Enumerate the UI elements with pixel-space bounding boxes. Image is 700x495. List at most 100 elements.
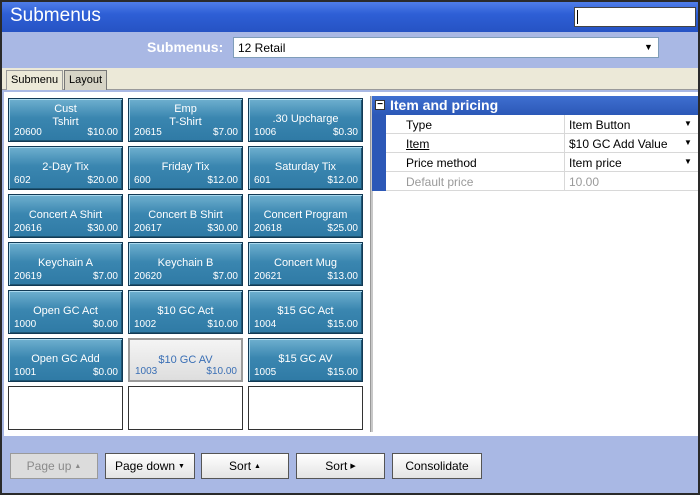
menu-button-name: Cust Tshirt [52, 103, 79, 128]
property-row-item[interactable]: Item $10 GC Add Value ▼ [372, 134, 698, 153]
property-label: Item [406, 137, 430, 151]
menu-button[interactable]: $10 GC Act 1002 $10.00 [128, 290, 243, 334]
empty-button-slot[interactable] [128, 386, 243, 430]
menu-button-name: Friday Tix [161, 161, 210, 173]
arrow-up-icon: ▲ [254, 463, 261, 470]
menu-button[interactable]: Keychain B 20620 $7.00 [128, 242, 243, 286]
menu-button-code: 1003 [135, 366, 158, 377]
menu-button[interactable]: Concert A Shirt 20616 $30.00 [8, 194, 123, 238]
collapse-icon[interactable]: − [375, 100, 385, 110]
consolidate-button[interactable]: Consolidate [392, 453, 482, 479]
text-caret [577, 10, 578, 24]
property-label: Default price [406, 175, 474, 189]
menu-button-code: 600 [134, 175, 151, 186]
sort-right-label: Sort [325, 459, 348, 473]
tab-layout[interactable]: Layout [64, 70, 108, 90]
menu-button-code: 1005 [254, 367, 277, 378]
section-title: Item and pricing [390, 97, 499, 113]
menu-button-code: 20617 [134, 223, 162, 234]
empty-button-slot[interactable] [8, 386, 123, 430]
menu-button[interactable]: .30 Upcharge 1006 $0.30 [248, 98, 363, 142]
empty-button-slot[interactable] [248, 386, 363, 430]
tab-strip: Submenu Layout [2, 68, 698, 90]
sort-up-button[interactable]: Sort ▲ [201, 453, 289, 479]
menu-button-price: $20.00 [87, 175, 118, 186]
property-row-price-method[interactable]: Price method Item price ▼ [372, 153, 698, 172]
menu-button[interactable]: Friday Tix 600 $12.00 [128, 146, 243, 190]
submenu-selector-bar: Submenus: 12 Retail ▼ [2, 32, 698, 64]
property-value-cell[interactable]: Item price ▼ [564, 153, 696, 172]
page-up-label: Page up [26, 459, 72, 473]
menu-button-code: 20619 [14, 271, 42, 282]
submenu-dropdown-value: 12 Retail [238, 41, 286, 55]
menu-button[interactable]: Emp T-Shirt 20615 $7.00 [128, 98, 243, 142]
property-label: Type [406, 118, 433, 132]
sort-right-button[interactable]: Sort ▶ [296, 453, 385, 479]
menu-button-price: $12.00 [207, 175, 238, 186]
menu-button-name: Concert B Shirt [148, 209, 223, 221]
menu-button-price: $12.00 [327, 175, 358, 186]
menu-button[interactable]: 2-Day Tix 602 $20.00 [8, 146, 123, 190]
menu-button-price: $15.00 [327, 367, 358, 378]
menu-button-code: 20621 [254, 271, 282, 282]
menu-button-price: $0.30 [332, 127, 358, 138]
row-gutter [372, 172, 386, 191]
chevron-down-icon[interactable]: ▼ [682, 137, 694, 149]
property-value: Item Button [569, 118, 631, 132]
search-input[interactable] [574, 7, 696, 27]
menu-button[interactable]: $10 GC AV 1003 $10.00 [128, 338, 243, 382]
menu-button-name: Concert Mug [274, 257, 337, 269]
menu-button[interactable]: Cust Tshirt 20600 $10.00 [8, 98, 123, 142]
property-value-cell: 10.00 [564, 172, 696, 191]
property-row-default-price: Default price 10.00 [372, 172, 698, 191]
chevron-down-icon[interactable]: ▼ [682, 156, 694, 168]
menu-button[interactable]: Concert Mug 20621 $13.00 [248, 242, 363, 286]
property-value-cell[interactable]: Item Button ▼ [564, 115, 696, 134]
menu-button-price: $13.00 [327, 271, 358, 282]
page-down-button[interactable]: Page down ▼ [105, 453, 195, 479]
submenus-window: Submenus Submenus: 12 Retail ▼ Submenu L… [0, 0, 700, 495]
submenu-dropdown[interactable]: 12 Retail ▼ [233, 37, 659, 58]
page-up-button[interactable]: Page up ▲ [10, 453, 98, 479]
menu-button-code: 1000 [14, 319, 37, 330]
menu-button-code: 20616 [14, 223, 42, 234]
menu-button[interactable]: Concert Program 20618 $25.00 [248, 194, 363, 238]
section-header[interactable]: − Item and pricing [372, 96, 698, 115]
property-value: $10 GC Add Value [569, 137, 668, 151]
page-down-label: Page down [115, 459, 176, 473]
menu-button-name: Open GC Act [33, 305, 98, 317]
menu-button-name: Saturday Tix [274, 161, 337, 173]
menu-button-code: 602 [14, 175, 31, 186]
menu-button[interactable]: Saturday Tix 601 $12.00 [248, 146, 363, 190]
title-bar: Submenus [2, 2, 698, 32]
property-value-cell[interactable]: $10 GC Add Value ▼ [564, 134, 696, 153]
menu-button-name: Open GC Add [31, 353, 100, 365]
layout-content: Cust Tshirt 20600 $10.00 Emp T-Shirt 20615 $7… [4, 92, 698, 436]
menu-button-code: 20600 [14, 127, 42, 138]
menu-button-price: $25.00 [327, 223, 358, 234]
menu-button-price: $15.00 [327, 319, 358, 330]
menu-button-price: $7.00 [212, 271, 238, 282]
menu-button-code: 1004 [254, 319, 277, 330]
arrow-down-icon: ▼ [178, 463, 185, 470]
menu-button[interactable]: $15 GC AV 1005 $15.00 [248, 338, 363, 382]
window-title: Submenus [10, 5, 101, 26]
menu-button-name: .30 Upcharge [272, 113, 339, 125]
chevron-down-icon[interactable]: ▼ [640, 39, 657, 56]
menu-button-name: $15 GC AV [278, 353, 333, 365]
menu-button[interactable]: Concert B Shirt 20617 $30.00 [128, 194, 243, 238]
menu-button[interactable]: Open GC Act 1000 $0.00 [8, 290, 123, 334]
menu-button-name: Concert A Shirt [28, 209, 103, 221]
menu-button[interactable]: Keychain A 20619 $7.00 [8, 242, 123, 286]
row-gutter [372, 115, 386, 134]
menu-button[interactable]: $15 GC Act 1004 $15.00 [248, 290, 363, 334]
row-gutter [372, 134, 386, 153]
property-row-type[interactable]: Type Item Button ▼ [372, 115, 698, 134]
menu-button-price: $7.00 [212, 127, 238, 138]
property-grid: − Item and pricing Type Item Button ▼ It… [372, 96, 698, 191]
chevron-down-icon[interactable]: ▼ [682, 118, 694, 130]
menu-button[interactable]: Open GC Add 1001 $0.00 [8, 338, 123, 382]
menu-button-price: $0.00 [92, 367, 118, 378]
menu-button-name: Keychain A [37, 257, 94, 269]
tab-submenu[interactable]: Submenu [6, 70, 64, 90]
